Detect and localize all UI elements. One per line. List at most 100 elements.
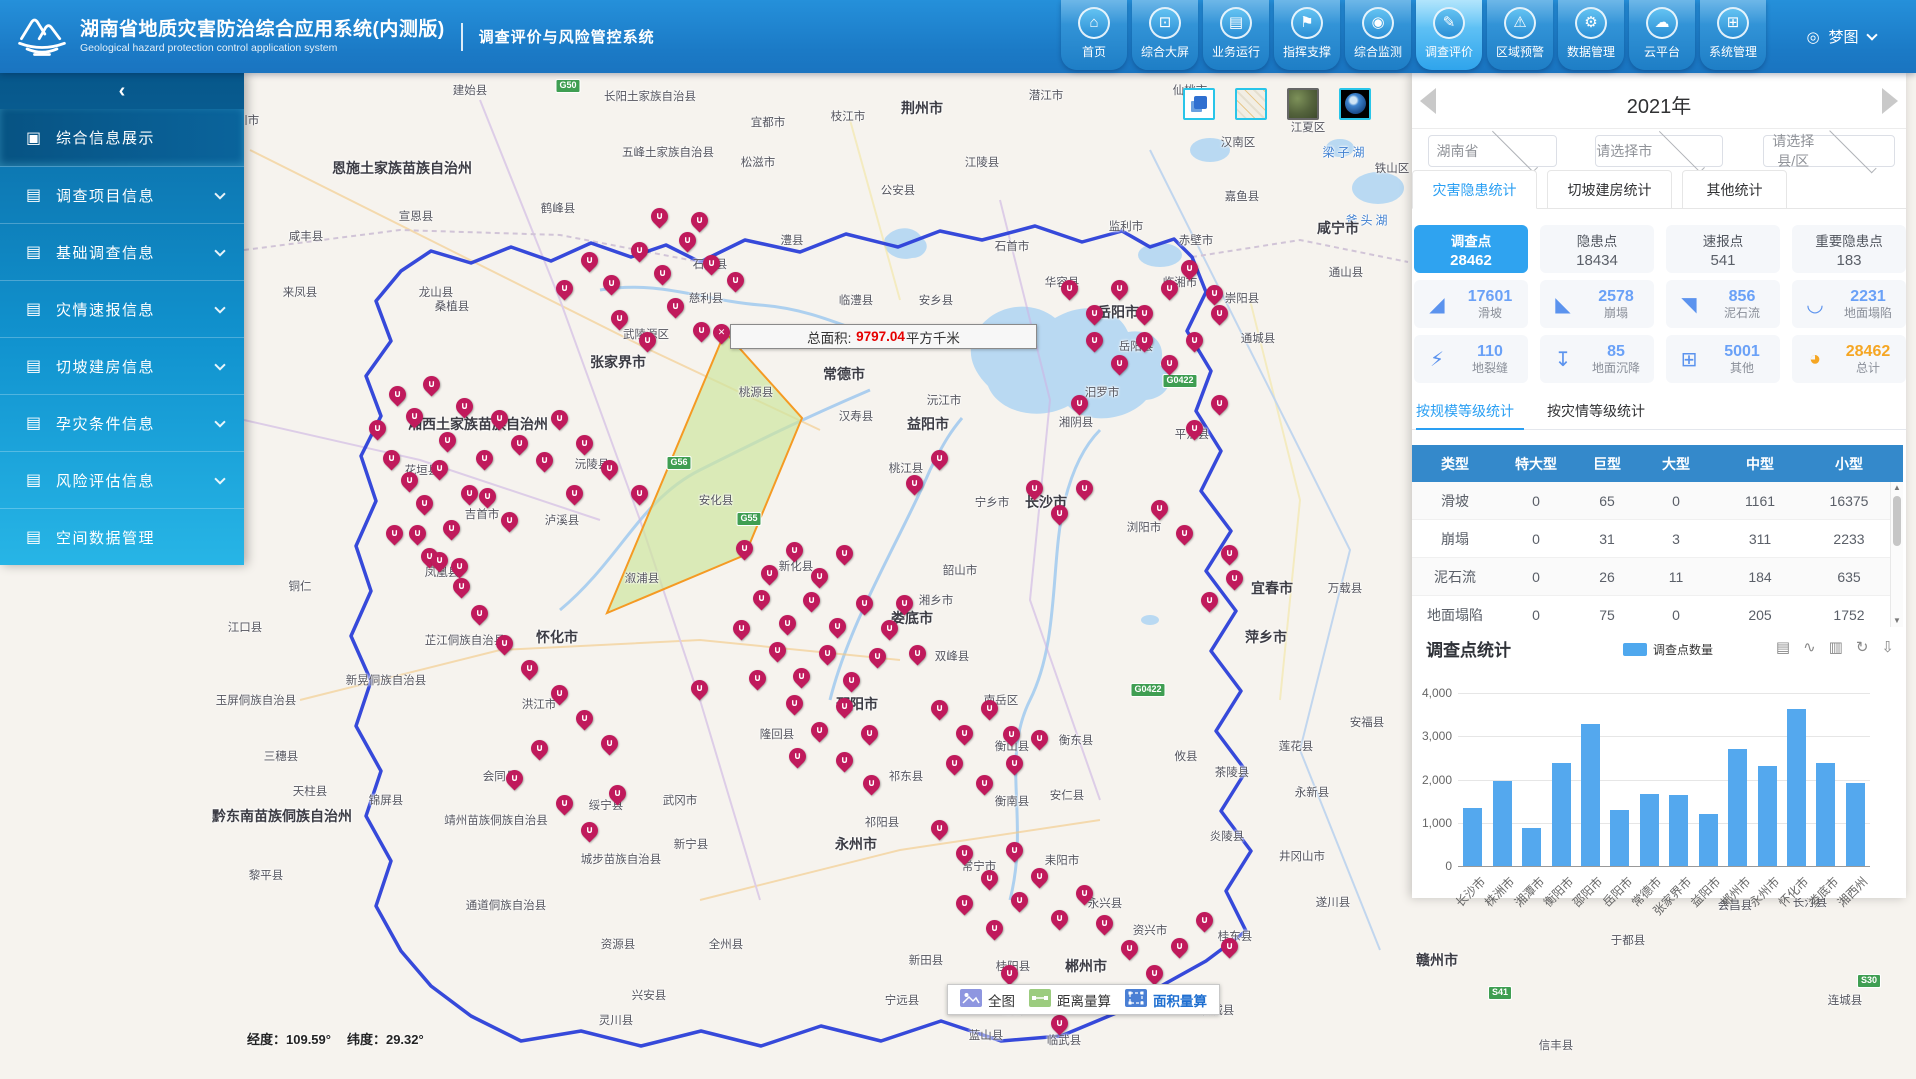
type-card-地裂缝[interactable]: ⚡110地裂缝 — [1414, 335, 1528, 383]
hazard-point-marker[interactable]: ∪ — [859, 771, 883, 795]
map-tool-全图[interactable]: 全图 — [960, 989, 1015, 1010]
nav-item-系统管理[interactable]: ⊞系统管理 — [1700, 0, 1766, 70]
hazard-point-marker[interactable]: ∪ — [1002, 838, 1026, 862]
hazard-point-marker[interactable]: ∪ — [405, 521, 429, 545]
hazard-point-marker[interactable]: ∪ — [687, 676, 711, 700]
sidebar-item-空间数据管理[interactable]: ▤空间数据管理 — [0, 508, 244, 565]
hazard-point-marker[interactable]: ∪ — [572, 706, 596, 730]
hazard-point-marker[interactable]: ∪ — [815, 641, 839, 665]
hazard-point-marker[interactable]: ∪ — [502, 766, 526, 790]
nav-item-综合监测[interactable]: ◉综合监测 — [1345, 0, 1411, 70]
hazard-point-marker[interactable]: ∪ — [1047, 906, 1071, 930]
nav-item-数据管理[interactable]: ⚙数据管理 — [1558, 0, 1624, 70]
hazard-point-marker[interactable]: ∪ — [952, 841, 976, 865]
chart-legend[interactable]: 调查点数量 — [1623, 641, 1713, 658]
scroll-down-icon[interactable]: ▼ — [1891, 615, 1903, 627]
hazard-point-marker[interactable]: ∪ — [627, 481, 651, 505]
hazard-point-marker[interactable]: ∪ — [1192, 908, 1216, 932]
type-card-滑坡[interactable]: ◢17601滑坡 — [1414, 280, 1528, 328]
type-card-总计[interactable]: ◕28462总计 — [1792, 335, 1906, 383]
region-select-0[interactable]: 湖南省 — [1428, 135, 1557, 167]
subtab-按灾情等级统计[interactable]: 按灾情等级统计 — [1547, 400, 1645, 429]
hazard-point-marker[interactable]: ∪ — [492, 631, 516, 655]
hazard-point-marker[interactable]: ∪ — [1172, 521, 1196, 545]
hazard-point-marker[interactable]: ∪ — [952, 891, 976, 915]
summary-card-隐患点[interactable]: 隐患点18434 — [1540, 225, 1654, 273]
hazard-point-marker[interactable]: ∪ — [832, 541, 856, 565]
hazard-point-marker[interactable]: ∪ — [757, 561, 781, 585]
hazard-point-marker[interactable]: ∪ — [365, 416, 389, 440]
nav-item-云平台[interactable]: ☁云平台 — [1629, 0, 1695, 70]
hazard-point-marker[interactable]: ∪ — [1027, 864, 1051, 888]
hazard-point-marker[interactable]: ∪ — [782, 538, 806, 562]
hazard-point-marker[interactable]: ∪ — [1072, 881, 1096, 905]
hazard-point-marker[interactable]: ∪ — [927, 816, 951, 840]
hazard-point-marker[interactable]: ∪ — [517, 656, 541, 680]
hazard-point-marker[interactable]: ∪ — [997, 961, 1021, 985]
tab-灾害隐患统计[interactable]: 灾害隐患统计 — [1412, 170, 1537, 209]
hazard-point-marker[interactable]: ∪ — [650, 261, 674, 285]
scrollbar-thumb[interactable] — [1893, 496, 1901, 546]
hazard-point-marker[interactable]: ∪ — [1132, 301, 1156, 325]
satellite-basemap-button[interactable] — [1287, 88, 1319, 120]
hazard-point-marker[interactable]: ∪ — [547, 681, 571, 705]
hazard-point-marker[interactable]: ∪ — [902, 471, 926, 495]
hazard-point-marker[interactable]: ∪ — [1182, 328, 1206, 352]
map-tool-距离量算[interactable]: 距离量算 — [1029, 989, 1111, 1010]
street-basemap-button[interactable] — [1235, 88, 1267, 120]
sidebar-collapse-button[interactable]: ‹ — [0, 73, 244, 109]
hazard-point-marker[interactable]: ∪ — [832, 748, 856, 772]
hazard-point-marker[interactable]: ∪ — [647, 204, 671, 228]
hazard-point-marker[interactable]: ∪ — [1147, 496, 1171, 520]
hazard-point-marker[interactable]: ∪ — [1082, 328, 1106, 352]
hazard-point-marker[interactable]: ∪ — [1082, 301, 1106, 325]
hazard-point-marker[interactable]: ∪ — [745, 666, 769, 690]
hazard-point-marker[interactable]: ∪ — [1177, 256, 1201, 280]
hazard-point-marker[interactable]: ∪ — [1107, 351, 1131, 375]
globe-basemap-button[interactable] — [1339, 88, 1371, 120]
hazard-point-marker[interactable]: ∪ — [1047, 501, 1071, 525]
hazard-point-marker[interactable]: ∪ — [1047, 1011, 1071, 1035]
sidebar-item-灾情速报信息[interactable]: ▤灾情速报信息 — [0, 280, 244, 337]
hazard-point-marker[interactable]: ∪ — [1197, 588, 1221, 612]
summary-card-重要隐患点[interactable]: 重要隐患点183 — [1792, 225, 1906, 273]
hazard-point-marker[interactable]: ∪ — [775, 611, 799, 635]
hazard-point-marker[interactable]: ∪ — [572, 431, 596, 455]
hazard-point-marker[interactable]: ∪ — [447, 554, 471, 578]
hazard-point-marker[interactable]: ∪ — [1057, 276, 1081, 300]
sidebar-item-风险评估信息[interactable]: ▤风险评估信息 — [0, 451, 244, 508]
hazard-point-marker[interactable]: ∪ — [782, 691, 806, 715]
hazard-point-marker[interactable]: ∪ — [1132, 328, 1156, 352]
hazard-point-marker[interactable]: ∪ — [687, 208, 711, 232]
hazard-point-marker[interactable]: ∪ — [467, 601, 491, 625]
hazard-point-marker[interactable]: ∪ — [402, 404, 426, 428]
hazard-point-marker[interactable]: ∪ — [927, 696, 951, 720]
hazard-point-marker[interactable]: ∪ — [1202, 281, 1226, 305]
hazard-point-marker[interactable]: ∪ — [475, 484, 499, 508]
hazard-point-marker[interactable]: ∪ — [857, 721, 881, 745]
hazard-point-marker[interactable]: ∪ — [663, 294, 687, 318]
hazard-point-marker[interactable]: ∪ — [675, 228, 699, 252]
hazard-point-marker[interactable]: ∪ — [942, 751, 966, 775]
hazard-point-marker[interactable]: ∪ — [1207, 301, 1231, 325]
hazard-point-marker[interactable]: ∪ — [977, 866, 1001, 890]
hazard-point-marker[interactable]: ∪ — [412, 491, 436, 515]
hazard-point-marker[interactable]: ∪ — [972, 771, 996, 795]
hazard-point-marker[interactable]: ∪ — [1207, 391, 1231, 415]
hazard-point-marker[interactable]: ∪ — [487, 406, 511, 430]
map-tool-面积量算[interactable]: 面积量算 — [1125, 989, 1207, 1010]
hazard-point-marker[interactable]: ∪ — [1072, 476, 1096, 500]
next-year-button[interactable] — [1882, 88, 1898, 114]
summary-card-速报点[interactable]: 速报点541 — [1666, 225, 1780, 273]
hazard-point-marker[interactable]: ∪ — [472, 446, 496, 470]
hazard-point-marker[interactable]: ∪ — [419, 372, 443, 396]
hazard-point-marker[interactable]: ∪ — [607, 306, 631, 330]
nav-item-首页[interactable]: ⌂首页 — [1061, 0, 1127, 70]
hazard-point-marker[interactable]: ∪ — [789, 664, 813, 688]
hazard-point-marker[interactable]: ∪ — [852, 591, 876, 615]
hazard-point-marker[interactable]: ∪ — [1142, 961, 1166, 985]
hazard-point-marker[interactable]: ∪ — [597, 456, 621, 480]
hazard-point-marker[interactable]: ∪ — [597, 731, 621, 755]
hazard-point-marker[interactable]: ∪ — [877, 616, 901, 640]
hazard-point-marker[interactable]: ∪ — [1027, 726, 1051, 750]
